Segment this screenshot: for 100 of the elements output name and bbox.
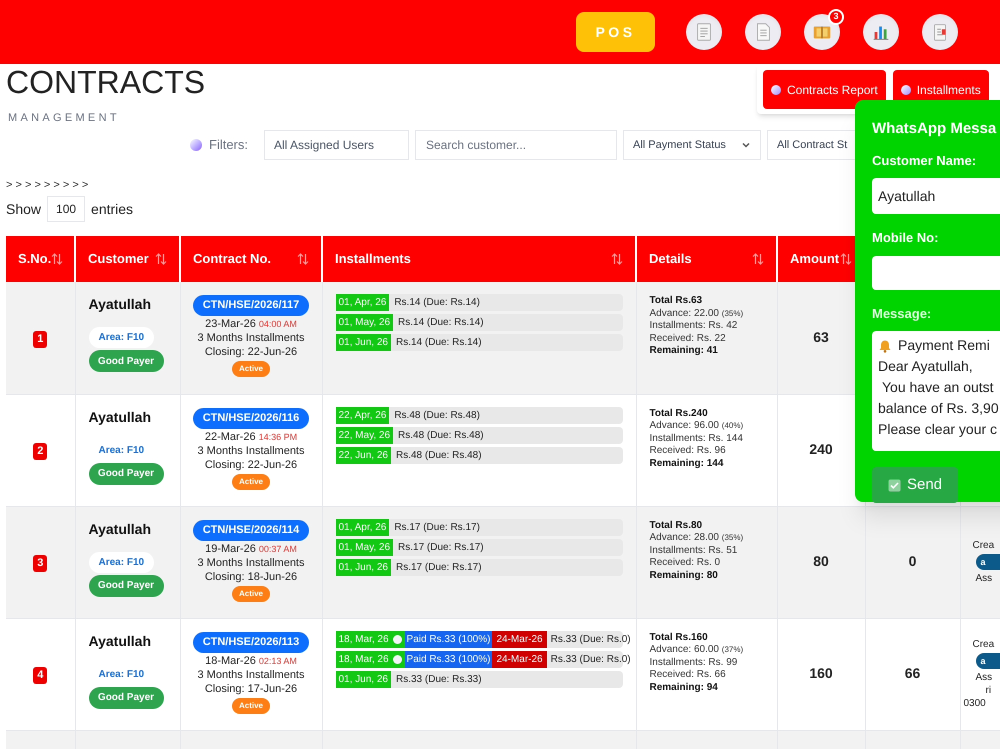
field-label: Message: [872,304,932,323]
status-tag: Good Payer [88,462,164,484]
installment-amount: Rs.14 (Due: Rs.14) [398,316,484,330]
details-installments: Installments: Rs. 99 [650,656,738,669]
contract-number[interactable]: CTN/HSE/2026/114 [192,520,310,540]
details-advance: Advance: 60.00 (37%) [650,644,744,656]
nav-button[interactable] [745,14,781,50]
closing-date: Closing: 18-Jun-26 [204,570,298,584]
area-tag: Area: F10 [88,552,154,572]
user-badge: a [976,554,1000,570]
installment-amount: Rs.17 (Due: Rs.17) [398,540,484,554]
installment-date: 01, Jun, 26 [338,560,388,574]
nav-button[interactable] [863,14,899,50]
select-field[interactable]: All Assigned Users [264,130,409,160]
sort-icon [752,252,764,266]
details-advance: Advance: 96.00 (40%) [650,420,744,432]
dropdown-field[interactable]: All Payment Status [623,130,761,160]
send-button[interactable]: Send [872,467,958,503]
message-field[interactable]: Payment Remi Dear Ayatullah, You have an outst balance of Rs. 3,90 Please clear your c [872,331,1000,451]
row-number: 2 [33,442,48,460]
user-badge: a [976,653,1000,669]
details-total: Total Rs.160 [650,632,709,644]
status-tag: Good Payer [88,686,164,708]
sort-icon [840,252,852,266]
filters-label: Filters: [209,136,248,154]
status-tag: Good Payer [88,574,164,596]
details-remaining: Remaining: 144 [650,458,724,470]
search-field[interactable]: Search customer... [415,130,617,160]
installment-amount: Rs.33 (Due: Rs.0) [550,632,631,646]
plan-text: 3 Months Installments [198,444,304,458]
field-label: Mobile No: [872,229,940,247]
contract-date: 19-Mar-26 00:37 AM [205,542,297,556]
installment-date: 01, Jun, 26 [338,336,388,350]
message-text: Dear Ayatullah, [878,357,973,376]
table-cell-text: ri [986,684,992,697]
installment-date: 22, Apr, 26 [338,408,386,422]
nav-button[interactable] [686,14,722,50]
contract-number[interactable]: CTN/HSE/2026/117 [192,295,310,316]
details-received: Received: Rs. 0 [650,557,722,570]
details-remaining: Remaining: 41 [650,345,719,358]
show-label: Show [6,200,42,218]
installment-amount: Rs.48 (Due: Rs.48) [396,448,482,462]
contract-number[interactable]: CTN/HSE/2026/116 [192,408,310,428]
details-received: Received: Rs. 66 [650,669,727,682]
page-subtitle: MANAGEMENT [8,111,121,126]
closing-date: Closing: 22-Jun-26 [204,458,298,472]
column-header[interactable]: Details [649,249,692,269]
installment-amount: Rs.14 (Due: Rs.14) [394,296,480,310]
contract-date: 23-Mar-26 04:00 AM [205,317,297,331]
amount-value: 160 [809,665,833,681]
message-text: You have an outst [882,378,994,397]
closing-date: Closing: 22-Jun-26 [204,345,298,359]
message-text: Please clear your c [878,420,998,439]
installment-amount: Rs.33 (Due: Rs.0) [550,652,631,666]
installment-amount: Rs.33 (Due: Rs.33) [396,672,482,686]
page-title: CONTRACTS [6,66,206,98]
plan-text: 3 Months Installments [198,668,304,682]
row-number: 4 [33,666,48,684]
column-header[interactable]: Installments [335,249,411,269]
installment-date: 01, Apr, 26 [338,520,386,534]
contract-number[interactable]: CTN/HSE/2026/113 [192,632,310,652]
status-tag: Good Payer [88,350,164,372]
customer-name: Ayatullah [88,520,152,539]
installment-amount: Rs.17 (Due: Rs.17) [394,520,480,534]
name-field[interactable]: Ayatullah [872,178,1000,214]
plan-text: 3 Months Installments [198,556,304,570]
sort-icon [297,252,309,266]
installment-date: 22, May, 26 [338,428,390,442]
report-button[interactable]: Contracts Report [763,70,886,109]
details-advance: Advance: 22.00 (35%) [650,308,744,320]
details-remaining: Remaining: 80 [650,570,719,582]
table-cell: 66 [904,665,920,681]
status-tag: Active [232,474,270,490]
details-received: Received: Rs. 22 [650,332,727,345]
checkbox-icon [888,478,901,492]
contract-date: 18-Mar-26 02:13 AM [205,654,297,668]
sort-icon [51,252,64,266]
bell-icon [878,338,892,352]
details-installments: Installments: Rs. 42 [650,320,738,332]
contract-date: 22-Mar-26 14:36 PM [204,430,298,444]
amount-value: 80 [813,553,829,569]
nav-button[interactable] [804,14,840,50]
installment-amount: Rs.48 (Due: Rs.48) [394,408,480,422]
installment-date: 22, Jun, 26 [338,448,388,462]
status-tag: Active [232,361,270,377]
chevron-down-icon [741,140,751,150]
customer-name: Ayatullah [88,408,152,427]
customer-name: Ayatullah [88,295,152,314]
installment-amount: Rs.48 (Due: Rs.48) [398,428,484,442]
installment-date: 18, Mar, 26 [338,632,389,646]
entries-select[interactable]: 100 [47,196,86,222]
amount-value: 240 [809,441,833,457]
details-total: Total Rs.63 [650,295,704,308]
paid-date: 24-Mar-26 [492,630,547,648]
message-text: Payment Remi [898,336,990,355]
paid-label: Paid Rs.33 (100%) [404,650,492,668]
row-number: 3 [33,554,48,572]
installment-date: 01, Apr, 26 [338,296,386,310]
installment-date: 01, May, 26 [338,316,390,330]
nav-button[interactable] [922,14,958,50]
